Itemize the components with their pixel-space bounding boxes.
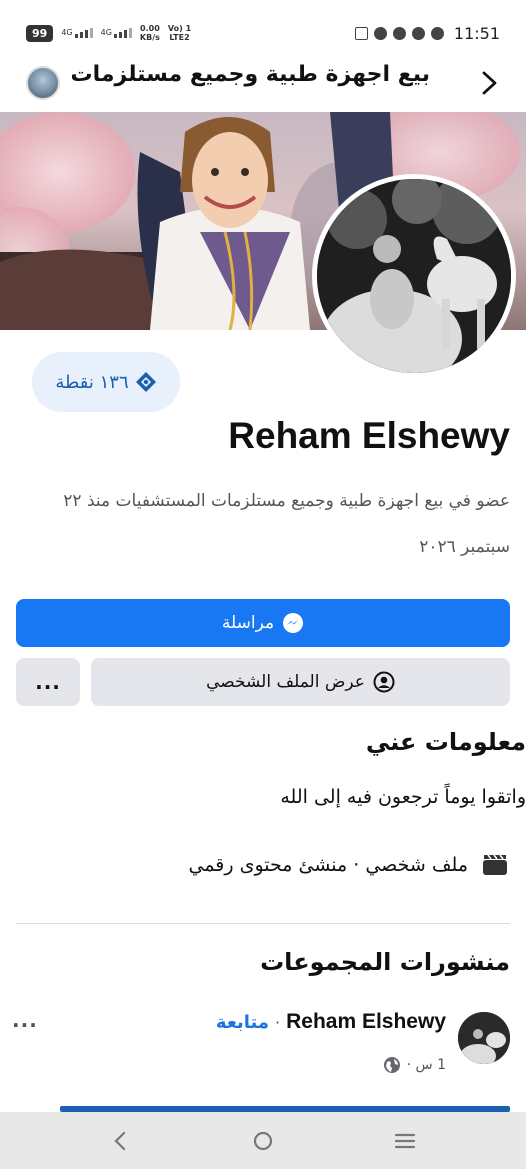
post-options-button[interactable]: ... <box>12 1008 38 1032</box>
section-divider <box>16 923 510 924</box>
post-separator: · <box>275 1012 281 1032</box>
post-body-preview <box>60 1100 510 1112</box>
profile-category: ملف شخصي · منشئ محتوى رقمي <box>188 854 468 876</box>
post-header: Reham Elshewy · متابعة <box>216 1010 446 1034</box>
group-avatar[interactable] <box>26 66 60 100</box>
diamond-badge-icon <box>135 372 156 392</box>
status-bar: 99 4G 4G 0.00 KB/s Vo) 1 LTE2 11:51 <box>0 0 526 56</box>
globe-icon <box>383 1057 400 1073</box>
signal-sim2-icon: 4G <box>101 28 132 38</box>
profile-illustration <box>317 179 511 373</box>
signal-sim1-icon: 4G <box>61 28 93 38</box>
group-posts-heading: منشورات المجموعات <box>260 948 510 976</box>
post-author-name[interactable]: Reham Elshewy <box>286 1010 446 1034</box>
status-left: 99 4G 4G 0.00 KB/s Vo) 1 LTE2 <box>26 24 191 42</box>
screen-icon <box>354 27 368 40</box>
view-profile-button[interactable]: عرض الملف الشخصي <box>91 658 510 706</box>
status-right: 11:51 <box>354 24 500 43</box>
system-nav-bar <box>0 1112 526 1169</box>
clock: 11:51 <box>453 24 500 43</box>
clapperboard-icon <box>483 854 507 875</box>
points-label: ١٣٦ نقطة <box>55 371 129 393</box>
about-heading: معلومات عني <box>365 728 526 756</box>
back-chevron-icon[interactable] <box>476 69 502 97</box>
about-bio: واتقوا يوماً ترجعون فيه إلى الله <box>280 786 526 808</box>
message-button-label: مراسلة <box>221 613 275 633</box>
volte-indicator: Vo) 1 LTE2 <box>167 24 192 42</box>
user-circle-icon <box>373 671 395 693</box>
follow-link[interactable]: متابعة <box>216 1012 269 1033</box>
facebook-icon <box>411 27 425 40</box>
post-time: 1 س · <box>406 1057 446 1073</box>
messenger-icon <box>283 613 304 633</box>
profile-picture[interactable] <box>312 174 516 378</box>
group-title[interactable]: بيع اجهزة طبية وجميع مستلزمات <box>71 62 430 87</box>
view-profile-label: عرض الملف الشخصي <box>206 672 365 692</box>
chat-bubble-icon <box>373 27 387 40</box>
profile-category-row: ملف شخصي · منشئ محتوى رقمي <box>188 854 508 876</box>
facebook-icon-2 <box>430 27 444 40</box>
messenger-icon <box>392 27 406 40</box>
membership-info: عضو في بيع اجهزة طبية وجميع مستلزمات الم… <box>63 491 510 557</box>
more-options-button[interactable]: ... <box>16 658 80 706</box>
home-nav-icon[interactable] <box>250 1128 276 1154</box>
message-button[interactable]: مراسلة <box>16 599 510 647</box>
points-badge[interactable]: ١٣٦ نقطة <box>32 352 180 412</box>
battery-indicator: 99 <box>26 24 54 42</box>
post-meta: 1 س · <box>383 1056 446 1074</box>
back-nav-icon[interactable] <box>108 1128 134 1154</box>
top-header: بيع اجهزة طبية وجميع مستلزمات <box>0 56 526 112</box>
network-speed: 0.00 KB/s <box>139 24 160 42</box>
profile-name: Reham Elshewy <box>228 415 510 456</box>
post-author-avatar[interactable] <box>458 1012 510 1064</box>
recents-nav-icon[interactable] <box>392 1128 418 1154</box>
